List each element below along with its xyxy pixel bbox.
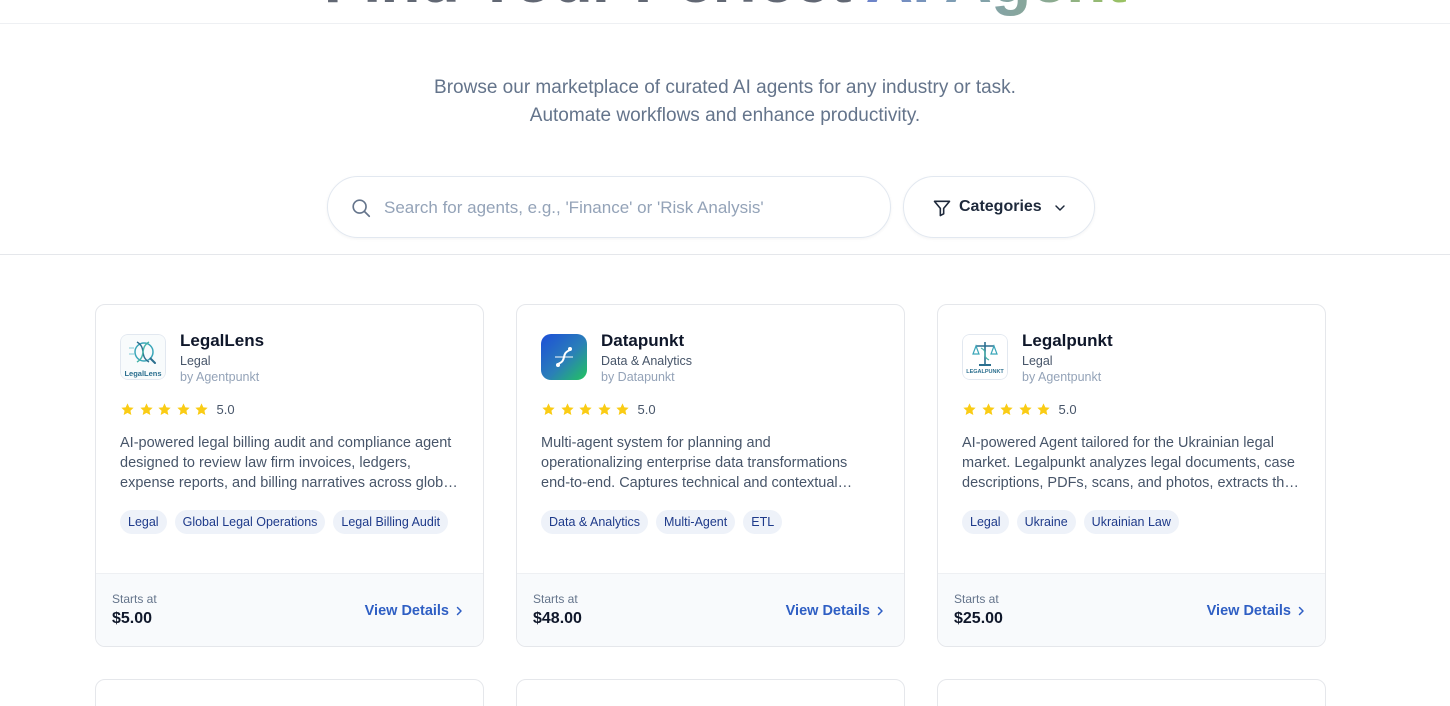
star-icon — [1000, 402, 1013, 415]
agent-card-partial[interactable] — [516, 679, 905, 706]
card-footer: Starts at $5.00 View Details — [96, 573, 483, 646]
chevron-right-icon — [1298, 606, 1304, 616]
star-icon — [1018, 402, 1032, 415]
agent-name: Legalpunkt — [1022, 331, 1113, 350]
hero-subtitle: Browse our marketplace of curated AI age… — [0, 74, 1450, 130]
hero-section: Find Your Perfect AI Agent Browse our ma… — [0, 0, 1450, 255]
starts-at-label: Starts at — [112, 592, 157, 606]
hero-subtitle-line-1: Browse our marketplace of curated AI age… — [434, 77, 1016, 98]
agent-name: LegalLens — [180, 331, 265, 350]
search-icon — [352, 199, 371, 218]
agent-description: AI-powered legal billing audit and compl… — [120, 433, 465, 493]
star-icon — [560, 402, 574, 415]
agent-publisher: by Agentpunkt — [180, 370, 260, 384]
logo-wordmark: LEGALPUNKT — [966, 369, 1004, 375]
filter-icon — [933, 200, 951, 217]
star-icon — [121, 402, 134, 415]
star-icon — [579, 402, 592, 415]
agent-tag[interactable]: Data & Analytics — [541, 510, 649, 534]
agent-tag[interactable]: Legal Billing Audit — [333, 510, 449, 534]
agent-logo: LegalLens — [120, 334, 166, 380]
chevron-right-icon — [456, 606, 462, 616]
agent-tag[interactable]: Legal — [120, 510, 167, 534]
agent-tags: Legal Global Legal Operations Legal Billin… — [120, 510, 456, 534]
agent-description: Multi-agent system for planning and oper… — [541, 433, 886, 493]
agent-tags: Data & Analytics Multi-Agent ETL — [541, 510, 790, 534]
logo-wordmark: LegalLens — [124, 369, 162, 378]
rating-value: 5.0 — [637, 401, 656, 417]
card-footer: Starts at $25.00 View Details — [938, 573, 1325, 646]
agent-tag[interactable]: Global Legal Operations — [174, 510, 326, 534]
rating-value: 5.0 — [1058, 401, 1077, 417]
agent-category: Data & Analytics — [601, 354, 693, 368]
view-details-label: View Details — [364, 603, 449, 619]
view-details-label: View Details — [1206, 603, 1291, 619]
view-details-link[interactable]: View Details — [786, 603, 886, 619]
chevron-right-icon — [877, 606, 883, 616]
star-icon — [963, 402, 976, 415]
categories-label: Categories — [959, 198, 1042, 215]
star-icon — [616, 402, 629, 415]
agent-name: Datapunkt — [601, 331, 685, 350]
card-footer: Starts at $48.00 View Details — [517, 573, 904, 646]
agent-description: AI-powered Agent tailored for the Ukrain… — [962, 433, 1307, 493]
rating-stars: 5.0 — [120, 401, 235, 417]
agent-price: $48.00 — [533, 610, 582, 627]
search-input[interactable] — [384, 191, 874, 225]
agent-card-datapunkt[interactable]: Datapunkt Data & Analytics by Datapunkt … — [516, 304, 905, 647]
view-details-label: View Details — [785, 603, 870, 619]
agent-publisher: by Agentpunkt — [1022, 370, 1102, 384]
agent-card-partial[interactable] — [95, 679, 484, 706]
agent-tag[interactable]: ETL — [743, 510, 783, 534]
agent-tag[interactable]: Multi-Agent — [656, 510, 736, 534]
agent-description-line: market. Legalpunkt analyzes legal docume… — [962, 455, 1295, 471]
star-icon — [542, 402, 555, 415]
hero-subtitle-line-2: Automate workflows and enhance productiv… — [529, 105, 921, 126]
agent-publisher: by Datapunkt — [601, 370, 675, 384]
view-details-link[interactable]: View Details — [365, 603, 465, 619]
agent-category: Legal — [1022, 354, 1053, 368]
starts-at-label: Starts at — [954, 592, 999, 606]
top-nav-bar — [0, 0, 1450, 24]
chevron-down-icon — [1055, 205, 1065, 211]
agent-description-line: AI-powered legal billing audit and compl… — [120, 435, 452, 451]
agent-tag[interactable]: Ukraine — [1016, 510, 1076, 534]
star-icon — [176, 402, 190, 415]
agent-description-line: designed to review law firm invoices, le… — [120, 455, 411, 471]
star-icon — [981, 402, 995, 415]
agent-price: $5.00 — [112, 610, 153, 627]
agent-logo — [541, 334, 587, 380]
agent-card-legallens[interactable]: LegalLens LegalLens Legal by Agentpunkt … — [95, 304, 484, 647]
agent-card-partial[interactable] — [937, 679, 1326, 706]
agent-tag[interactable]: Ukrainian Law — [1083, 510, 1179, 534]
datapunkt-logo-icon — [541, 334, 587, 380]
star-icon — [139, 402, 153, 415]
agent-tags: Legal Ukraine Ukrainian Law — [962, 510, 1187, 534]
agent-category: Legal — [180, 354, 211, 368]
agent-description-line: AI-powered Agent tailored for the Ukrain… — [962, 435, 1274, 451]
agent-description-line: operationalizing enterprise data transfo… — [541, 455, 848, 471]
star-icon — [195, 402, 208, 415]
starts-at-label: Starts at — [533, 592, 578, 606]
view-details-link[interactable]: View Details — [1207, 603, 1307, 619]
agent-tag[interactable]: Legal — [962, 510, 1009, 534]
agent-description-line: Multi-agent system for planning and — [541, 435, 771, 451]
star-icon — [158, 402, 171, 415]
agent-price: $25.00 — [954, 610, 1003, 627]
agent-description-line: descriptions, PDFs, scans, and photos, e… — [962, 475, 1299, 491]
star-icon — [1037, 402, 1050, 415]
search-box[interactable] — [327, 176, 891, 238]
agent-description-line: expense reports, and billing narratives … — [120, 475, 458, 491]
rating-stars: 5.0 — [541, 401, 656, 417]
agent-logo: LEGALPUNKT — [962, 334, 1008, 380]
categories-dropdown-button[interactable]: Categories — [903, 176, 1095, 238]
rating-value: 5.0 — [216, 401, 235, 417]
star-icon — [597, 402, 611, 415]
agent-description-line: end-to-end. Captures technical and conte… — [541, 475, 853, 491]
agent-card-legalpunkt[interactable]: LEGALPUNKT Legalpunkt Legal by Agentpunk… — [937, 304, 1326, 647]
rating-stars: 5.0 — [962, 401, 1077, 417]
